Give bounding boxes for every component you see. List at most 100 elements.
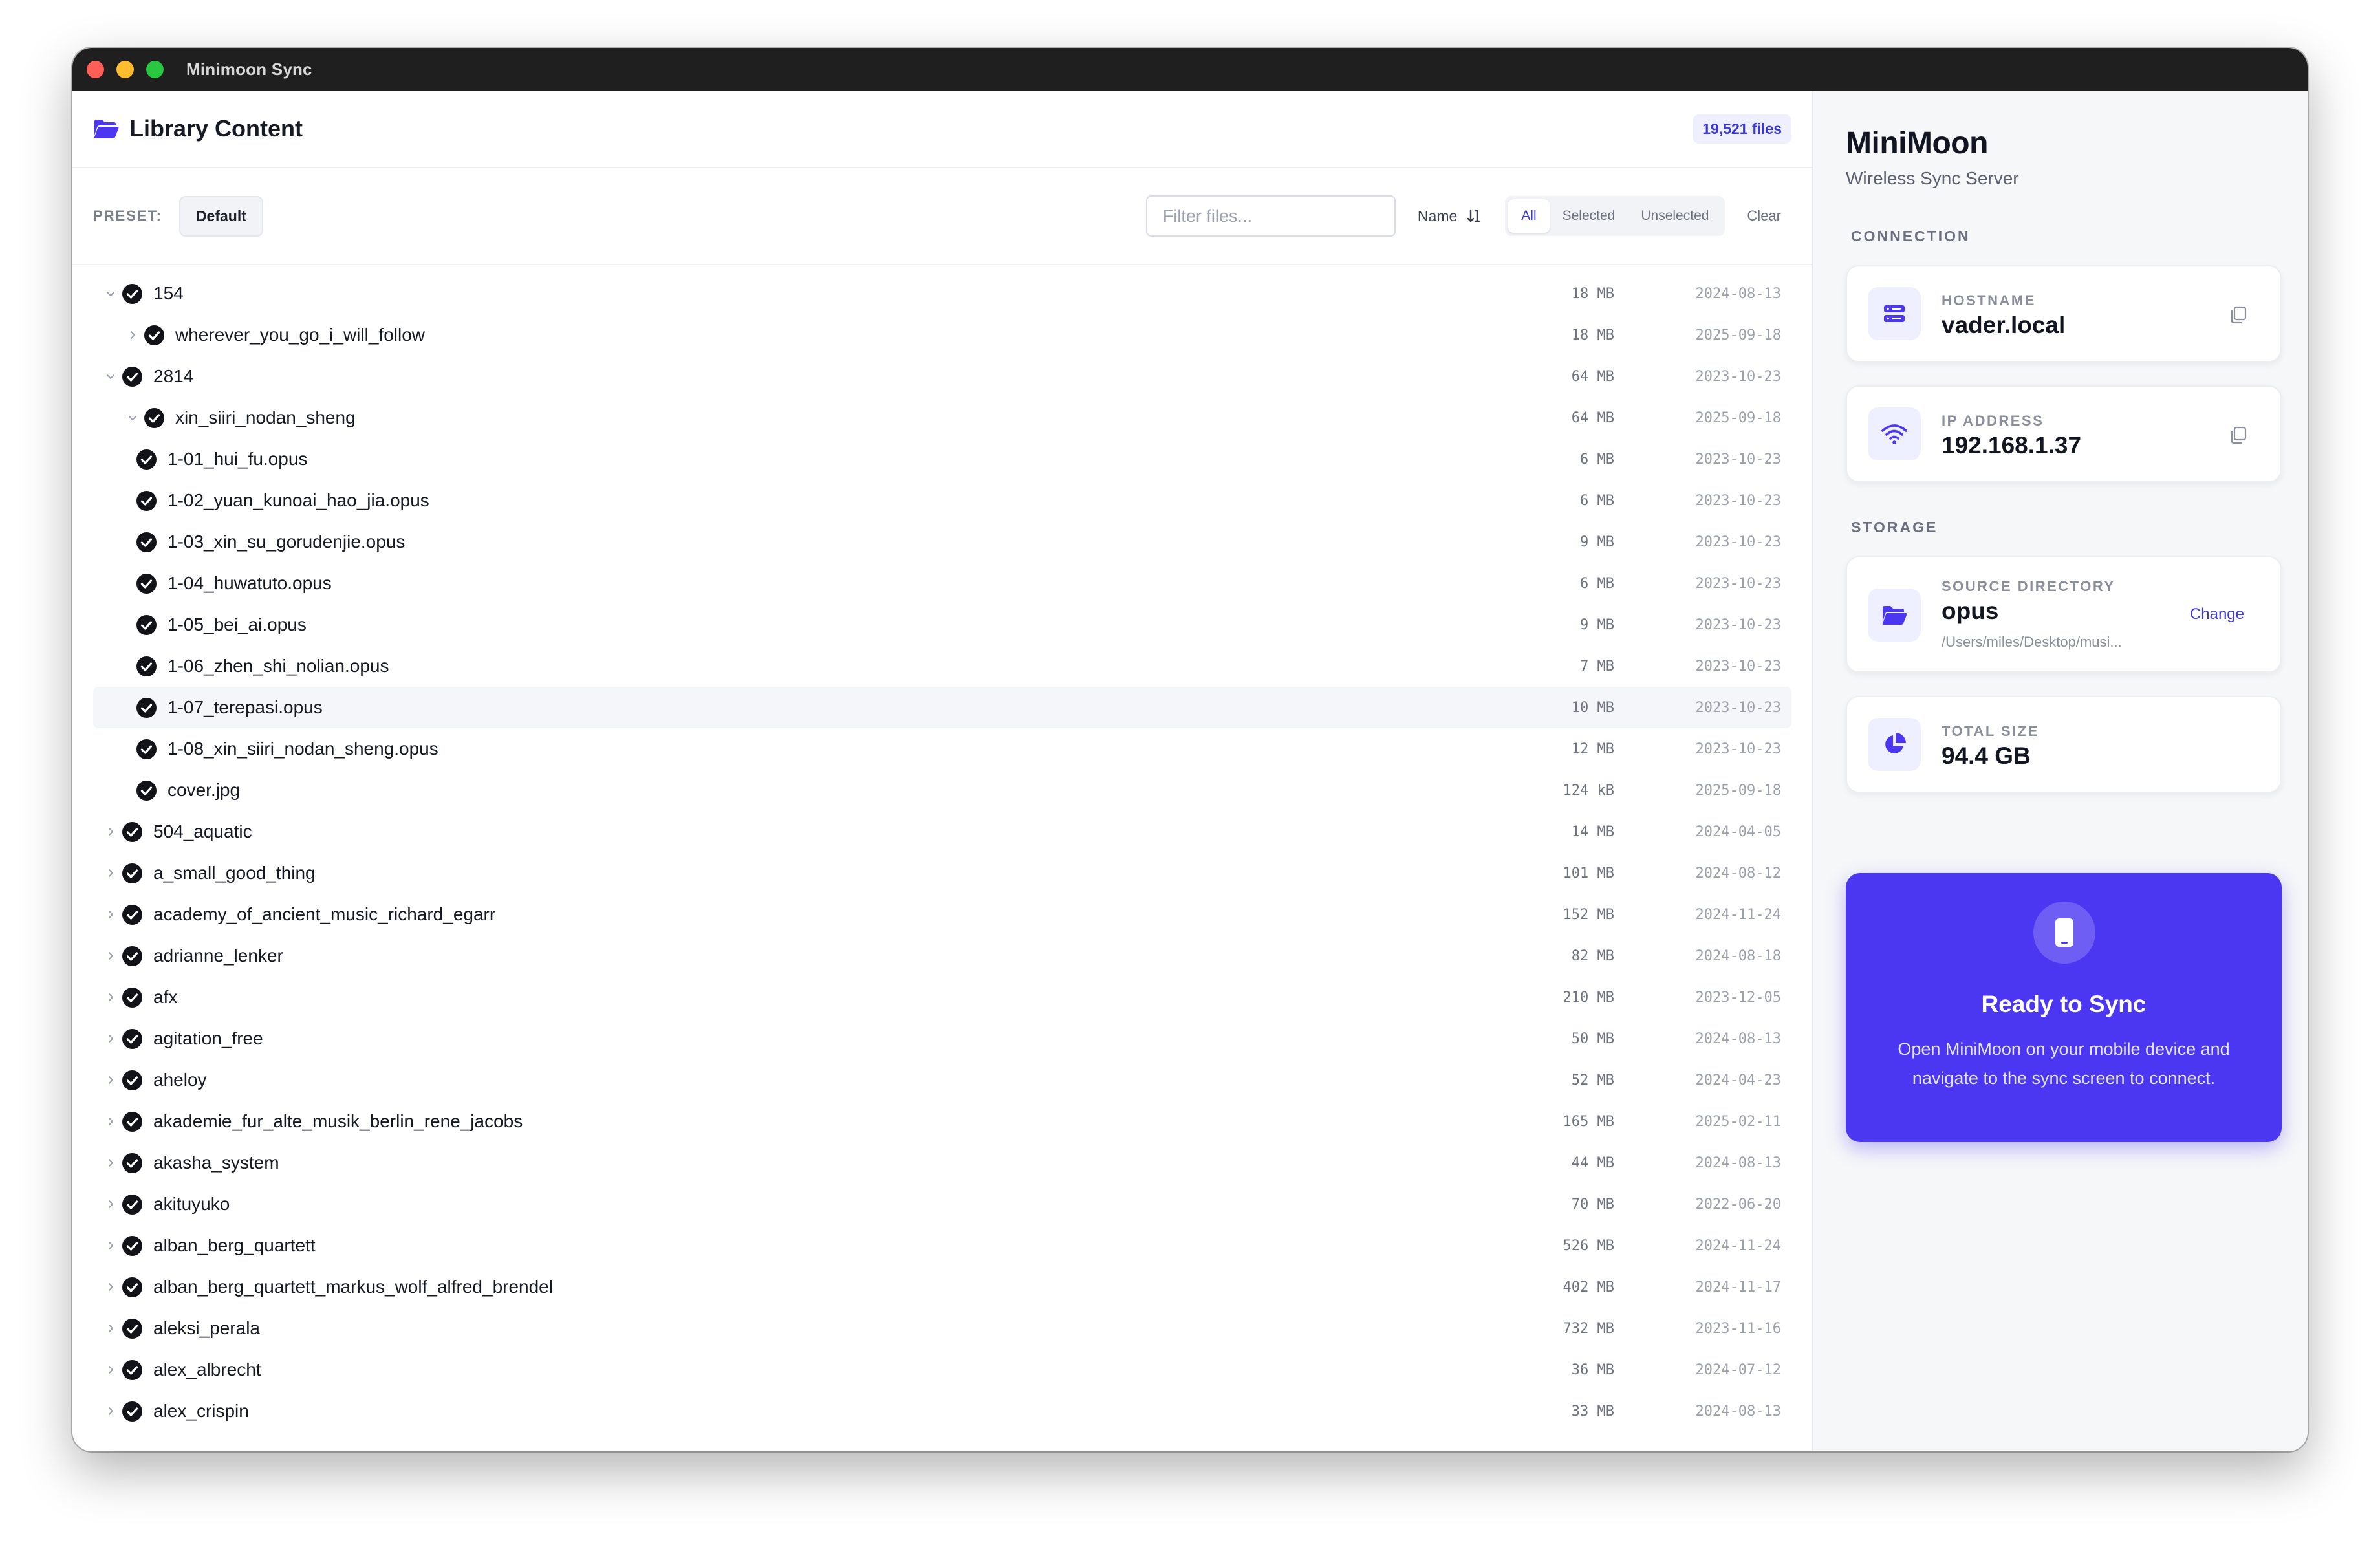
clear-button[interactable]: Clear [1747,208,1781,224]
chevron-right-icon[interactable] [101,905,120,924]
chevron-right-icon[interactable] [101,1360,120,1379]
checkbox-checked-icon[interactable] [136,614,157,636]
file-tree-row[interactable]: alban_berg_quartett 526 MB 2024-11-24 [93,1225,1791,1266]
checkbox-checked-icon[interactable] [122,366,143,387]
file-size: 64 MB [1571,368,1614,385]
chevron-right-icon[interactable] [101,1319,120,1338]
chevron-right-icon[interactable] [101,1277,120,1297]
file-size: 82 MB [1571,947,1614,964]
file-tree-row[interactable]: 1-08_xin_siiri_nodan_sheng.opus 12 MB 2023… [93,728,1791,770]
checkbox-checked-icon[interactable] [122,1194,143,1215]
checkbox-checked-icon[interactable] [122,821,143,843]
chevron-right-icon[interactable] [101,1029,120,1048]
minimize-window-button[interactable] [116,60,134,78]
source-directory-label: SOURCE DIRECTORY [1942,578,2115,594]
checkbox-checked-icon[interactable] [136,573,157,594]
checkbox-checked-icon[interactable] [136,780,157,801]
file-tree-row[interactable]: akademie_fur_alte_musik_berlin_rene_jaco… [93,1101,1791,1142]
file-tree-row[interactable]: 1-07_terepasi.opus 10 MB 2023-10-23 [93,687,1791,728]
checkbox-checked-icon[interactable] [122,1028,143,1050]
file-date: 2024-08-13 [1695,1030,1781,1047]
filter-selected-tab[interactable]: Selected [1550,199,1628,233]
file-name: xin_siiri_nodan_sheng [175,407,356,427]
file-tree-row[interactable]: wherever_you_go_i_will_follow 18 MB 2025-0… [93,314,1791,356]
checkbox-checked-icon[interactable] [122,863,143,884]
file-tree-row[interactable]: 1-01_hui_fu.opus 6 MB 2023-10-23 [93,438,1791,480]
checkbox-checked-icon[interactable] [136,697,157,719]
file-tree-row[interactable]: 1-06_zhen_shi_nolian.opus 7 MB 2023-10-23 [93,645,1791,687]
checkbox-checked-icon[interactable] [144,407,165,429]
checkbox-checked-icon[interactable] [122,1277,143,1298]
file-tree-row[interactable]: xin_siiri_nodan_sheng 64 MB 2025-09-18 [93,397,1791,438]
file-tree-row[interactable]: agitation_free 50 MB 2024-08-13 [93,1018,1791,1059]
checkbox-checked-icon[interactable] [122,1235,143,1257]
checkbox-checked-icon[interactable] [122,1152,143,1174]
checkbox-checked-icon[interactable] [122,946,143,967]
chevron-right-icon[interactable] [101,1401,120,1421]
checkbox-checked-icon[interactable] [122,283,143,305]
checkbox-checked-icon[interactable] [122,1111,143,1132]
checkbox-checked-icon[interactable] [136,739,157,760]
chevron-right-icon[interactable] [101,863,120,883]
close-window-button[interactable] [87,60,104,78]
file-tree-row[interactable]: 1-05_bei_ai.opus 9 MB 2023-10-23 [93,604,1791,645]
change-directory-button[interactable]: Change [2190,605,2244,623]
chevron-right-icon[interactable] [101,822,120,841]
checkbox-checked-icon[interactable] [136,490,157,512]
chevron-down-icon[interactable] [101,367,120,386]
file-tree-row[interactable]: 1-03_xin_su_gorudenjie.opus 9 MB 2023-10-2… [93,521,1791,563]
filter-input[interactable] [1145,195,1396,237]
chevron-down-icon[interactable] [101,284,120,303]
chevron-down-icon[interactable] [123,408,142,427]
file-date: 2023-10-23 [1695,616,1781,633]
checkbox-checked-icon[interactable] [144,325,165,346]
file-size: 7 MB [1580,658,1614,675]
checkbox-checked-icon[interactable] [122,904,143,925]
file-tree-row[interactable]: cover.jpg 124 kB 2025-09-18 [93,770,1791,811]
file-tree-row[interactable]: alex_albrecht 36 MB 2024-07-12 [93,1349,1791,1390]
file-tree-row[interactable]: afx 210 MB 2023-12-05 [93,977,1791,1018]
file-tree-row[interactable]: aheloy 52 MB 2024-04-23 [93,1059,1791,1101]
file-tree-row[interactable]: 1-02_yuan_kunoai_hao_jia.opus 6 MB 2023-10… [93,480,1791,521]
checkbox-checked-icon[interactable] [136,532,157,553]
chevron-right-icon[interactable] [123,325,142,345]
preset-button[interactable]: Default [178,195,263,237]
checkbox-checked-icon[interactable] [122,987,143,1008]
checkbox-checked-icon[interactable] [122,1359,143,1381]
checkbox-checked-icon[interactable] [122,1070,143,1091]
filter-unselected-tab[interactable]: Unselected [1628,199,1722,233]
checkbox-checked-icon[interactable] [136,449,157,470]
checkbox-checked-icon[interactable] [122,1401,143,1422]
filter-all-tab[interactable]: All [1508,199,1550,233]
sort-button[interactable]: Name [1418,208,1482,225]
file-tree-row[interactable]: 2814 64 MB 2023-10-23 [93,356,1791,397]
file-tree-row[interactable]: aleksi_perala 732 MB 2023-11-16 [93,1308,1791,1349]
copy-hostname-icon[interactable] [2229,305,2248,325]
server-sidebar: MiniMoon Wireless Sync Server CONNECTION… [1812,91,2308,1451]
file-tree-row[interactable]: akasha_system 44 MB 2024-08-13 [93,1142,1791,1184]
file-tree-row[interactable]: adrianne_lenker 82 MB 2024-08-18 [93,935,1791,977]
file-tree-row[interactable]: 1-04_huwatuto.opus 6 MB 2023-10-23 [93,563,1791,604]
zoom-window-button[interactable] [146,60,164,78]
file-tree-row[interactable]: alex_crispin 33 MB 2024-08-13 [93,1390,1791,1432]
chevron-right-icon[interactable] [101,1153,120,1173]
chevron-right-icon[interactable] [101,946,120,966]
chevron-right-icon[interactable] [101,1195,120,1214]
chevron-right-icon[interactable] [101,1236,120,1255]
checkbox-checked-icon[interactable] [122,1318,143,1339]
file-tree-row[interactable]: academy_of_ancient_music_richard_egarr 15… [93,894,1791,935]
file-tree-row[interactable]: a_small_good_thing 101 MB 2024-08-12 [93,852,1791,894]
file-tree-row[interactable]: 504_aquatic 14 MB 2024-04-05 [93,811,1791,852]
window-title: Minimoon Sync [186,59,312,79]
chevron-right-icon[interactable] [101,988,120,1007]
copy-ip-address-icon[interactable] [2229,426,2248,445]
selection-filter: All Selected Unselected [1505,196,1726,236]
checkbox-checked-icon[interactable] [136,656,157,677]
file-date: 2023-10-23 [1695,492,1781,509]
file-tree-row[interactable]: alban_berg_quartett_markus_wolf_alfred_b… [93,1266,1791,1308]
chevron-right-icon[interactable] [101,1112,120,1131]
file-tree-row[interactable]: 154 18 MB 2024-08-13 [93,273,1791,314]
file-name: cover.jpg [168,780,241,800]
chevron-right-icon[interactable] [101,1070,120,1090]
file-tree-row[interactable]: akituyuko 70 MB 2022-06-20 [93,1184,1791,1225]
